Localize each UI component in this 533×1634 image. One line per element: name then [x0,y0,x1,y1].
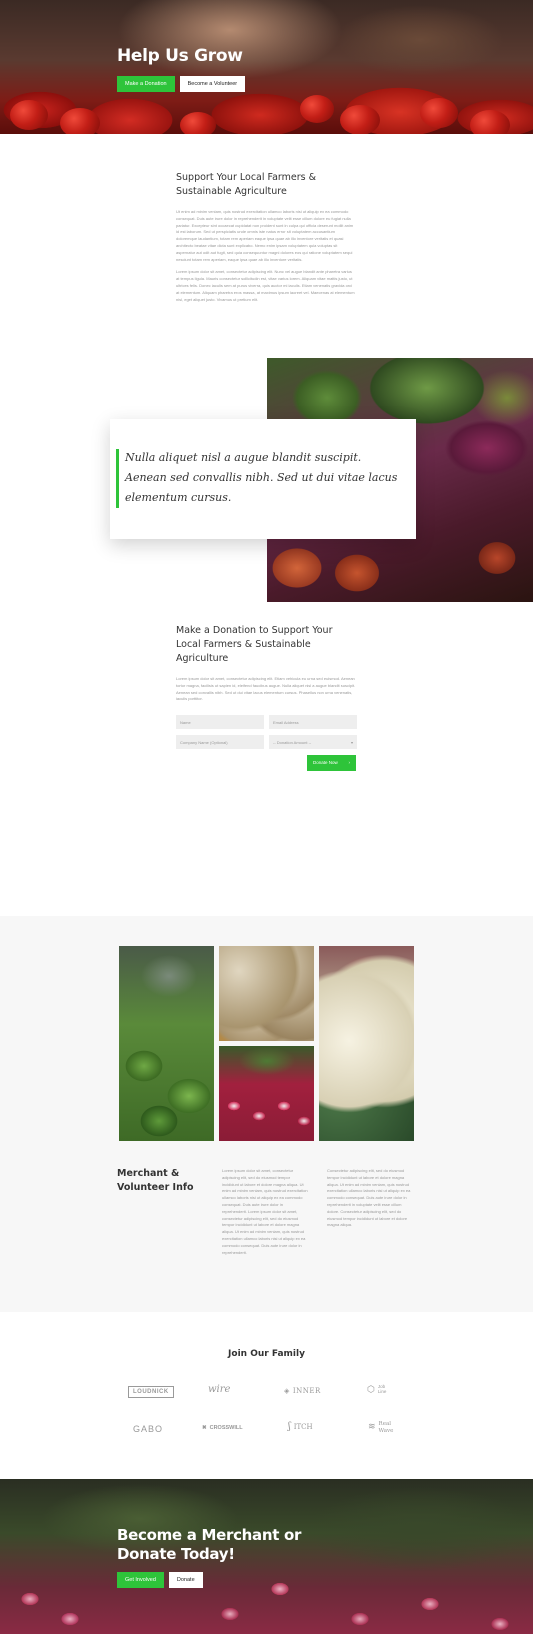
donate-now-button[interactable]: Donate Now › [307,755,356,772]
partner-logo: wire [208,1384,231,1395]
donation-section: Make a Donation to Support Your Local Fa… [0,613,533,916]
support-title: Support Your Local Farmers & Sustainable… [176,172,317,197]
hero-image-tomato [300,95,334,123]
cross-icon: ✖ [202,1425,207,1431]
become-volunteer-button[interactable]: Become a Volunteer [179,76,246,92]
hero-image-tomato [10,100,48,130]
melons-image [319,946,414,1141]
donation-paragraph: Lorem ipsum dolor sit amet, consectetur … [176,676,356,702]
hero-content: Help Us Grow Make a Donation Become a Vo… [117,46,246,92]
hero-image-tomato [420,98,458,128]
merchant-title: Merchant & Volunteer Info [117,1168,194,1193]
donation-amount-select[interactable]: -- Donation Amount -- ▾ [269,735,357,750]
merchant-text-column: Consectetur adipiscing elit, sed do eius… [327,1168,411,1228]
partner-logo: ✖ CROSSWILL [202,1425,243,1431]
hero-image-tomato [180,112,216,134]
arrow-right-icon: › [348,760,351,766]
partner-logo: ≋ Real Wave [368,1421,394,1434]
name-field[interactable]: Name [176,715,264,730]
merchant-text-column: Lorem ipsum dolor sit amet, consectetur … [222,1168,308,1255]
kale-image [119,946,214,1141]
wave-icon: ≋ [368,1422,376,1433]
hero-buttons: Make a Donation Become a Volunteer [117,76,246,92]
support-paragraph: Ut enim ad minim veniam, quis nostrud ex… [176,209,354,262]
hero-image-tomato [470,110,510,134]
cta-buttons: Get Involved Donate [117,1572,203,1588]
hero-title: Help Us Grow [117,46,243,66]
hero-section: Help Us Grow Make a Donation Become a Vo… [0,0,533,134]
donate-now-label: Donate Now [313,760,338,766]
diamond-icon: ◈ [284,1387,290,1395]
hexagon-icon: ⬡ [367,1383,375,1394]
chevron-down-icon: ▾ [350,740,353,746]
cta-title: Become a Merchant or Donate Today! [117,1526,302,1563]
quote-card: Nulla aliquet nisl a augue blandit susci… [110,419,416,539]
hero-image-tomato [60,108,100,134]
partner-logo: ⬡ Job Line [367,1383,387,1394]
partner-logo: ʃ ITCH [288,1421,313,1432]
email-field[interactable]: Email Address [269,715,357,730]
quote-accent-bar [116,449,119,508]
partners-section: Join Our Family LOUDNICK wire ◈ INNER ⬡ Jo… [0,1312,533,1479]
partner-logo: LOUDNICK [128,1386,174,1398]
hero-image-tomato [340,105,380,134]
make-donation-button[interactable]: Make a Donation [117,76,175,92]
company-field[interactable]: Company Name (Optional) [176,735,264,750]
support-section: Support Your Local Farmers & Sustainable… [0,134,533,358]
get-involved-button[interactable]: Get Involved [117,1572,164,1588]
mushrooms-image [219,946,314,1041]
donate-button[interactable]: Donate [168,1572,203,1588]
quote-section: Nulla aliquet nisl a augue blandit susci… [0,358,533,613]
donation-amount-value: -- Donation Amount -- [273,740,312,746]
cta-section: Become a Merchant or Donate Today! Get I… [0,1479,533,1634]
quote-text: Nulla aliquet nisl a augue blandit susci… [125,451,398,504]
leaf-icon: ʃ [288,1421,291,1432]
partner-logo: GABO [133,1424,164,1434]
support-paragraph: Lorem ipsum dolor sit amet, consectetur … [176,269,355,302]
partner-logo: ◈ INNER [284,1387,321,1395]
donation-form: Name Email Address Company Name (Optiona… [176,715,357,772]
partners-title: Join Our Family [228,1349,305,1359]
donation-title: Make a Donation to Support Your Local Fa… [176,625,333,664]
merchant-section: Merchant & Volunteer Info Lorem ipsum do… [0,916,533,1312]
radishes-image [219,1046,314,1141]
